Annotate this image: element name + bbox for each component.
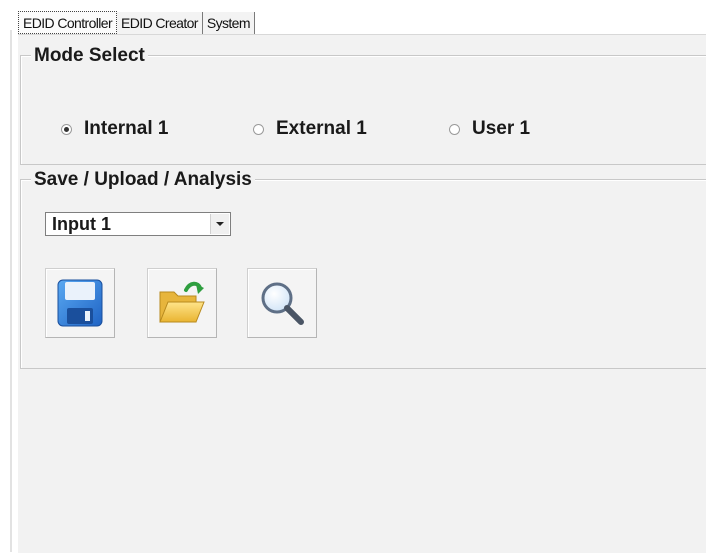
magnifier-icon <box>257 278 307 328</box>
chevron-down-icon[interactable] <box>210 214 229 234</box>
save-upload-analysis-title: Save / Upload / Analysis <box>31 169 255 191</box>
radio-checked-indicator <box>61 123 72 135</box>
open-folder-icon <box>156 278 208 328</box>
radio-external-1[interactable]: External 1 <box>253 118 367 140</box>
input-select[interactable]: Input 1 <box>45 212 231 236</box>
radio-label-user-1: User 1 <box>472 118 531 139</box>
mode-select-group: Mode Select Internal 1 External 1 User 1 <box>20 45 706 165</box>
tab-system[interactable]: System <box>202 12 255 34</box>
radio-internal-1[interactable]: Internal 1 <box>61 118 168 140</box>
edid-controller-window: EDID Controller EDID Creator System Mode… <box>0 0 706 553</box>
radio-unchecked-indicator <box>449 123 460 135</box>
tab-strip: EDID Controller EDID Creator System <box>18 8 255 34</box>
upload-button[interactable] <box>147 268 217 338</box>
save-upload-analysis-group: Save / Upload / Analysis Input 1 <box>20 169 706 369</box>
input-select-value: Input 1 <box>52 213 111 234</box>
window-left-edge <box>10 30 12 552</box>
radio-user-1[interactable]: User 1 <box>449 118 530 140</box>
radio-label-external-1: External 1 <box>276 118 367 139</box>
tab-edid-creator[interactable]: EDID Creator <box>117 12 203 34</box>
analysis-button[interactable] <box>247 268 317 338</box>
save-icon <box>56 278 104 328</box>
radio-label-internal-1: Internal 1 <box>84 118 169 139</box>
radio-unchecked-indicator <box>253 123 264 135</box>
tab-edid-controller[interactable]: EDID Controller <box>18 11 118 34</box>
tab-panel: Mode Select Internal 1 External 1 User 1… <box>18 34 706 553</box>
save-button[interactable] <box>45 268 115 338</box>
mode-select-title: Mode Select <box>31 45 148 67</box>
